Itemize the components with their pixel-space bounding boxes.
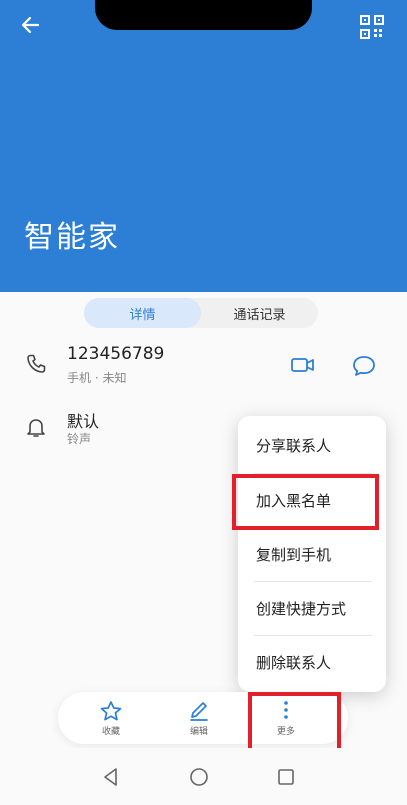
contact-name: 智能家: [24, 220, 120, 255]
favorite-label: 收藏: [101, 726, 120, 737]
video-call-icon: [291, 358, 314, 372]
highlight-box-more: [248, 692, 341, 754]
nav-back-icon[interactable]: [100, 766, 122, 788]
menu-item-create-shortcut[interactable]: 创建快捷方式: [238, 581, 386, 635]
highlight-box-blacklist: [232, 474, 379, 530]
edit-button[interactable]: 编辑: [164, 692, 234, 744]
system-navigation-bar: [0, 748, 407, 805]
detail-tabs: 详情 通话记录: [84, 298, 318, 328]
edit-label: 编辑: [189, 726, 208, 737]
menu-item-share-contact[interactable]: 分享联系人: [238, 418, 386, 472]
arrow-left-icon: [21, 16, 40, 34]
contact-header: 智能家: [0, 0, 407, 292]
back-button[interactable]: [16, 10, 48, 40]
bell-icon: [27, 419, 45, 437]
more-options-menu: 分享联系人 加入黑名单 复制到手机 创建快捷方式 删除联系人: [238, 416, 386, 692]
qr-code-button[interactable]: [359, 14, 385, 40]
ringtone-label: 铃声: [67, 432, 92, 446]
phone-icon: [27, 354, 46, 373]
tab-call-log[interactable]: 通话记录: [201, 298, 318, 328]
nav-recents-icon[interactable]: [275, 766, 297, 788]
video-call-button[interactable]: [289, 353, 317, 377]
star-icon: [100, 700, 122, 720]
qr-code-icon: [360, 15, 384, 39]
ringtone-title[interactable]: 默认: [67, 408, 99, 432]
menu-item-copy-to-phone[interactable]: 复制到手机: [238, 527, 386, 581]
nav-home-icon[interactable]: [188, 766, 210, 788]
phone-number[interactable]: 123456789: [67, 344, 164, 364]
menu-item-delete-contact[interactable]: 删除联系人: [238, 635, 386, 689]
pencil-icon: [190, 701, 208, 721]
camera-notch: [95, 0, 312, 30]
message-icon: [353, 356, 375, 376]
tab-details[interactable]: 详情: [84, 298, 201, 328]
contact-detail-screen: 智能家 详情 通话记录 123456789 手机 · 未知 默认 铃声 分享联系…: [0, 0, 407, 805]
phone-type-label: 手机 · 未知: [67, 371, 127, 385]
favorite-button[interactable]: 收藏: [76, 692, 146, 744]
message-button[interactable]: [350, 353, 378, 379]
